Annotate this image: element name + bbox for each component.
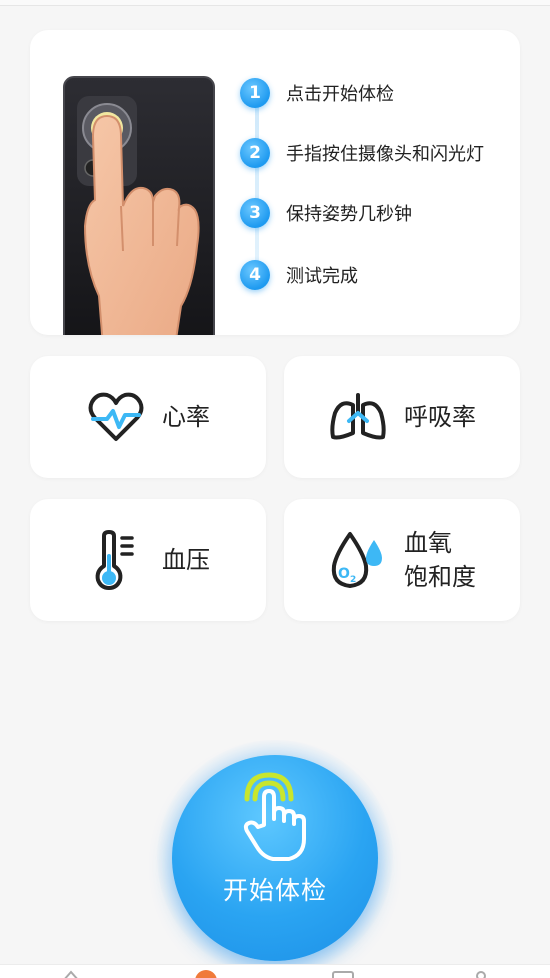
- metric-heart-rate[interactable]: 心率: [30, 356, 266, 478]
- step-4: 4 测试完成: [240, 258, 358, 292]
- home-icon[interactable]: [60, 969, 82, 978]
- step-text: 点击开始体检: [286, 84, 394, 105]
- finger-tap-icon: [243, 772, 306, 861]
- metric-oxygen-saturation[interactable]: O 2 血氧 饱和度: [284, 499, 520, 621]
- step-number: 4: [240, 260, 270, 290]
- start-checkup-button[interactable]: 开始体检: [172, 755, 378, 961]
- step-2: 2 手指按住摄像头和闪光灯: [240, 136, 484, 170]
- step-number: 2: [240, 138, 270, 168]
- profile-icon[interactable]: [470, 969, 492, 978]
- step-3: 3 保持姿势几秒钟: [240, 196, 412, 230]
- check-icon[interactable]: [195, 969, 217, 978]
- metric-label-line2: 饱和度: [404, 563, 476, 591]
- metric-label: 呼吸率: [404, 403, 476, 431]
- start-button-label: 开始体检: [222, 876, 327, 905]
- metric-blood-pressure[interactable]: 血压: [30, 499, 266, 621]
- step-text: 测试完成: [286, 266, 358, 287]
- heart-rate-icon: [86, 387, 146, 447]
- metric-label-line1: 血氧: [404, 529, 452, 557]
- phone-finger-illustration: [63, 76, 215, 335]
- step-number: 3: [240, 198, 270, 228]
- thermometer-icon: [86, 530, 146, 590]
- status-divider: [0, 0, 550, 6]
- oxygen-drop-icon: O 2: [328, 530, 388, 590]
- bottom-tab-bar: [0, 964, 550, 978]
- svg-text:O: O: [338, 566, 350, 582]
- svg-text:2: 2: [350, 575, 356, 585]
- metric-label: 血压: [162, 546, 210, 574]
- step-text: 保持姿势几秒钟: [286, 204, 412, 225]
- step-1: 1 点击开始体检: [240, 76, 394, 110]
- step-text: 手指按住摄像头和闪光灯: [286, 144, 484, 165]
- message-icon[interactable]: [332, 969, 354, 978]
- instruction-card: 1 点击开始体检 2 手指按住摄像头和闪光灯 3 保持姿势几秒钟 4 测试完成: [30, 30, 520, 335]
- step-number: 1: [240, 78, 270, 108]
- metric-label: 心率: [162, 403, 210, 431]
- metric-label-group: 血氧 饱和度: [404, 526, 476, 594]
- steps-connector: [255, 95, 259, 280]
- lungs-icon: [328, 387, 388, 447]
- metric-respiration-rate[interactable]: 呼吸率: [284, 356, 520, 478]
